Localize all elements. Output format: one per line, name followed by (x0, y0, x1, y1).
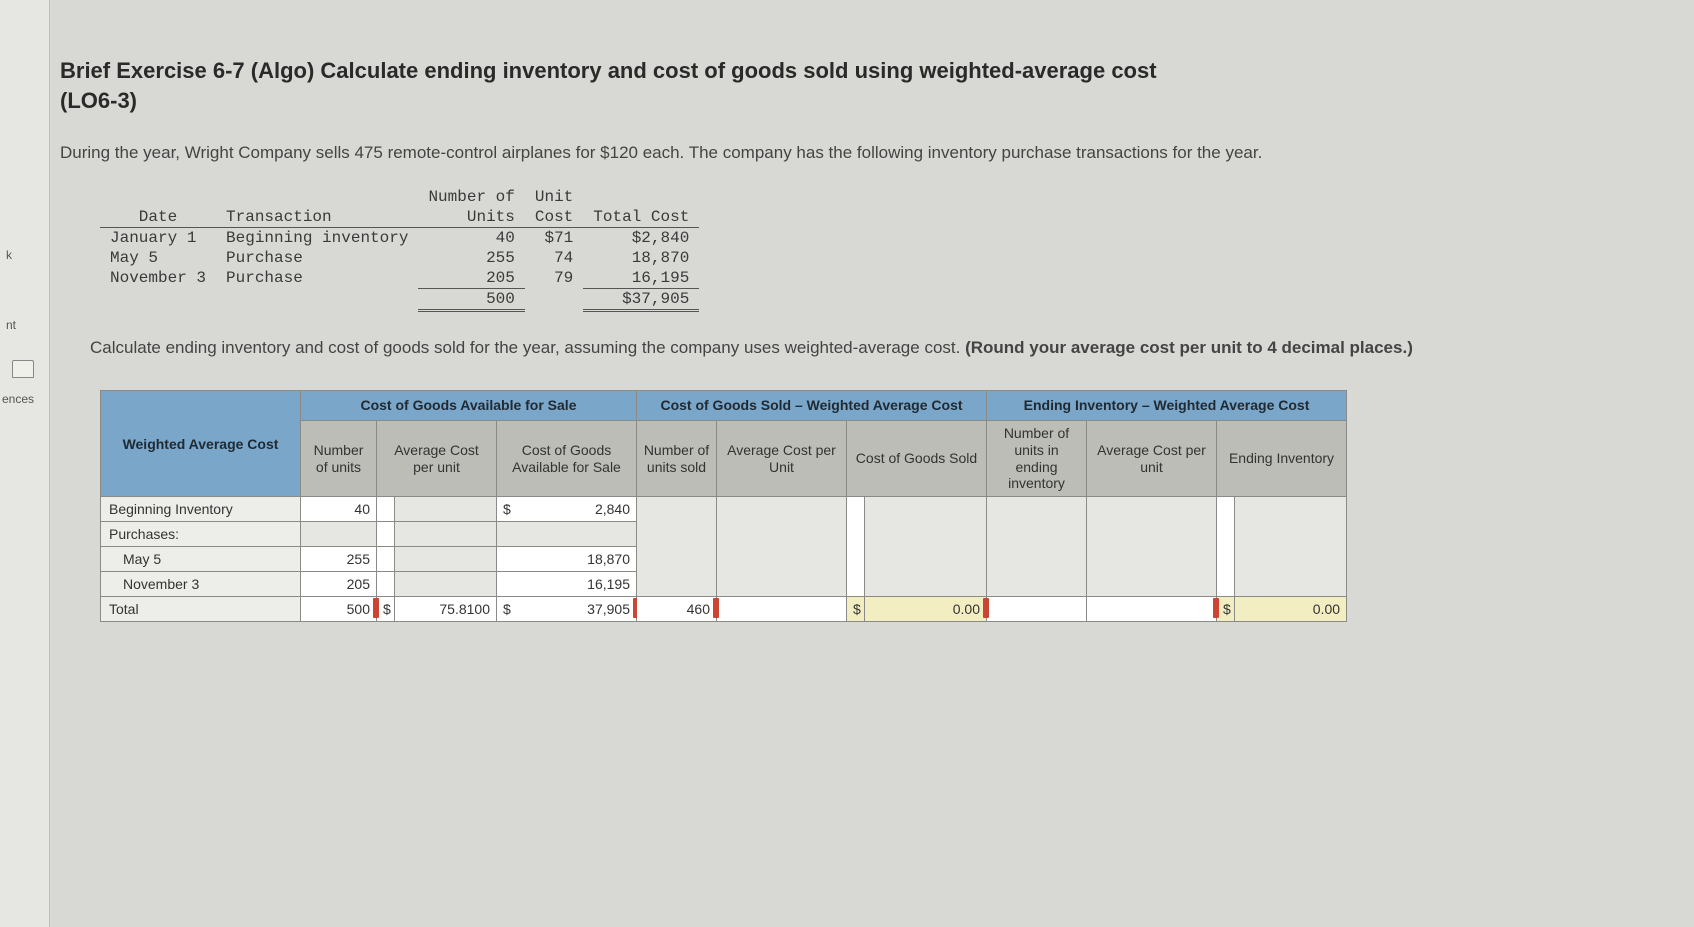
transactions-table: Number of Unit Date Transaction Units Co… (100, 187, 1660, 312)
nov3-avg-cost-input[interactable] (395, 572, 497, 597)
row-header-label: Weighted Average Cost (101, 390, 301, 496)
cell-total-units: 500 (418, 289, 524, 311)
prompt-bold: (Round your average cost per unit to 4 d… (965, 338, 1413, 357)
col-date: Date (100, 207, 216, 228)
sub-avg-cost-unit: Average Cost per Unit (717, 420, 847, 496)
validation-marker-icon (373, 598, 379, 618)
units-end-blank (987, 497, 1087, 597)
cell-date: November 3 (100, 268, 216, 289)
beginning-cogas-cell: $ 2,840 (497, 497, 637, 522)
worksheet-table: Weighted Average Cost Cost of Goods Avai… (100, 390, 1660, 622)
cell-cost: $71 (525, 228, 583, 249)
group-available: Cost of Goods Available for Sale (301, 390, 637, 420)
total-end-inv-cell: 0.00 (1235, 597, 1347, 622)
prompt-plain: Calculate ending inventory and cost of g… (90, 338, 965, 357)
exercise-content: Brief Exercise 6-7 (Algo) Calculate endi… (60, 56, 1660, 622)
avg-cost-end-blank (1087, 497, 1217, 597)
sub-avg-cost-2: Average Cost per unit (1087, 420, 1217, 496)
title-line-2: (LO6-3) (60, 88, 137, 113)
group-header-row: Weighted Average Cost Cost of Goods Avai… (101, 390, 1347, 420)
total-cogs-cell: 0.00 (865, 597, 987, 622)
cell-grand-total: $37,905 (583, 289, 699, 311)
row-label: Beginning Inventory (101, 497, 301, 522)
cell-transaction: Beginning inventory (216, 228, 418, 249)
sub-cogas: Cost of Goods Available for Sale (497, 420, 637, 496)
col-units: Units (418, 207, 524, 228)
col-cost: Cost (525, 207, 583, 228)
col-unit: Unit (525, 187, 583, 207)
cell-date: January 1 (100, 228, 216, 249)
validation-marker-icon (1213, 598, 1219, 618)
sidebar-fragment-ences: ences (2, 392, 34, 406)
row-label: Purchases: (101, 522, 301, 547)
col-total-cost: Total Cost (583, 207, 699, 228)
row-total: Total 500 $ 75.8100 $ 37,905 460 $ 0.00 … (101, 597, 1347, 622)
cell-units: 205 (418, 268, 524, 289)
exercise-intro: During the year, Wright Company sells 47… (60, 141, 1660, 165)
units-sold-blank (637, 497, 717, 597)
row-label: May 5 (101, 547, 301, 572)
sub-units-end: Number of units in ending inventory (987, 420, 1087, 496)
beginning-units-input[interactable]: 40 (301, 497, 377, 522)
col-transaction: Transaction (216, 207, 418, 228)
row-label: Total (101, 597, 301, 622)
cell-total: $2,840 (583, 228, 699, 249)
table-row: November 3 Purchase 205 79 16,195 (100, 268, 699, 289)
total-units-cell: 500 (301, 597, 377, 622)
cell-total: 16,195 (583, 268, 699, 289)
row-beginning-inventory: Beginning Inventory 40 $ 2,840 (101, 497, 1347, 522)
nov3-units-input[interactable]: 205 (301, 572, 377, 597)
folder-icon (12, 360, 34, 378)
sidebar-fragment-nt: nt (6, 318, 16, 332)
avg-cost-blank (717, 497, 847, 597)
sub-end-inv: Ending Inventory (1217, 420, 1347, 496)
cogs-blank (865, 497, 987, 597)
cell-transaction: Purchase (216, 268, 418, 289)
total-avg-cost-sold-input[interactable] (717, 597, 847, 622)
may5-units-input[interactable]: 255 (301, 547, 377, 572)
cell-date: May 5 (100, 248, 216, 268)
left-sidebar: k nt ences (0, 0, 50, 927)
table-row: May 5 Purchase 255 74 18,870 (100, 248, 699, 268)
sub-cogs: Cost of Goods Sold (847, 420, 987, 496)
table-totals-row: 500 $37,905 (100, 289, 699, 311)
sub-avg-cost: Average Cost per unit (377, 420, 497, 496)
validation-marker-icon (983, 598, 989, 618)
exercise-title: Brief Exercise 6-7 (Algo) Calculate endi… (60, 56, 1660, 115)
cell-cost: 74 (525, 248, 583, 268)
sidebar-fragment-k: k (6, 248, 12, 262)
instruction-text: Calculate ending inventory and cost of g… (60, 336, 1660, 360)
sub-units-sold: Number of units sold (637, 420, 717, 496)
total-units-sold-input[interactable]: 460 (637, 597, 717, 622)
dollar-sign: $ (1217, 597, 1235, 622)
total-avg-cost-cell: 75.8100 (395, 597, 497, 622)
col-number-of: Number of (418, 187, 524, 207)
title-line-1: Brief Exercise 6-7 (Algo) Calculate endi… (60, 58, 1157, 83)
total-units-end-input[interactable] (987, 597, 1087, 622)
total-avg-cost-end-input[interactable] (1087, 597, 1217, 622)
beginning-avg-cost-input[interactable] (395, 497, 497, 522)
sub-num-units: Number of units (301, 420, 377, 496)
end-inv-blank (1235, 497, 1347, 597)
may5-avg-cost-input[interactable] (395, 547, 497, 572)
dollar-sign: $ (847, 597, 865, 622)
cell-cost: 79 (525, 268, 583, 289)
row-label: November 3 (101, 572, 301, 597)
group-ending: Ending Inventory – Weighted Average Cost (987, 390, 1347, 420)
validation-marker-icon (713, 598, 719, 618)
table-row: January 1 Beginning inventory 40 $71 $2,… (100, 228, 699, 249)
cell-transaction: Purchase (216, 248, 418, 268)
dollar-sign: $ (377, 597, 395, 622)
cell-total: 18,870 (583, 248, 699, 268)
may5-amount-cell: 18,870 (497, 547, 637, 572)
cell-units: 40 (418, 228, 524, 249)
total-cogas-cell: $ 37,905 (497, 597, 637, 622)
group-cogs: Cost of Goods Sold – Weighted Average Co… (637, 390, 987, 420)
cell-units: 255 (418, 248, 524, 268)
nov3-amount-cell: 16,195 (497, 572, 637, 597)
